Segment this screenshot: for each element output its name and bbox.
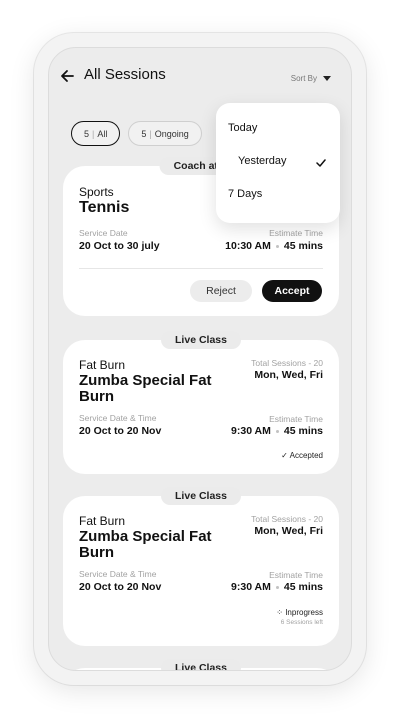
spinner-icon: ⁘ xyxy=(276,608,286,617)
sort-dropdown-menu: Today Yesterday 7 Days xyxy=(216,103,340,223)
time-value: 9:30 AM xyxy=(231,425,271,437)
sort-by-button[interactable]: Sort By xyxy=(291,74,331,83)
service-date-value: 20 Oct to 20 Nov xyxy=(79,425,162,437)
filter-count: 5 xyxy=(141,128,147,139)
filter-chip-ongoing[interactable]: 5 | Ongoing xyxy=(128,121,202,146)
session-type-tag: Live Class xyxy=(161,659,241,670)
filter-count: 5 xyxy=(84,128,90,139)
session-name-line-2: Burn xyxy=(79,544,114,561)
session-category: Sports xyxy=(79,185,114,199)
status-label: Inprogress xyxy=(285,608,323,617)
service-date-label: Service Date & Time xyxy=(79,413,157,423)
app-screen: All Sessions Sort By 5 | All 5 | Ongoing… xyxy=(48,47,352,671)
estimate-time-value: 9:30 AM 45 mins xyxy=(231,425,323,437)
check-icon xyxy=(316,159,326,167)
session-name: Tennis xyxy=(79,199,130,216)
phone-frame: All Sessions Sort By 5 | All 5 | Ongoing… xyxy=(34,33,366,685)
estimate-time-label: Estimate Time xyxy=(269,570,323,580)
caret-down-icon xyxy=(323,76,331,81)
dot-separator xyxy=(275,585,279,589)
total-sessions: Total Sessions - 20 xyxy=(251,514,323,524)
header: All Sessions Sort By xyxy=(49,48,351,110)
reject-button[interactable]: Reject xyxy=(190,280,252,302)
session-card[interactable]: Live Class Fat Burn Zumba Special Fat Bu… xyxy=(63,331,339,474)
check-icon: ✓ xyxy=(281,451,290,460)
total-sessions: Total Sessions - 20 xyxy=(251,358,323,368)
session-name-line-2: Burn xyxy=(79,388,114,405)
estimate-time-value: 9:30 AM 45 mins xyxy=(231,581,323,593)
chip-separator: | xyxy=(149,128,152,139)
dot-separator xyxy=(275,429,279,433)
session-card[interactable]: Live Class xyxy=(63,659,339,670)
filter-label: All xyxy=(97,128,108,139)
status-badge: ⁘ Inprogress xyxy=(276,608,323,617)
divider xyxy=(79,268,323,269)
session-type-tag: Live Class xyxy=(161,331,241,349)
service-date-value: 20 Oct to 20 Nov xyxy=(79,581,162,593)
page-title: All Sessions xyxy=(84,66,166,83)
chip-separator: | xyxy=(92,128,95,139)
session-category: Fat Burn xyxy=(79,358,126,372)
sort-by-label: Sort By xyxy=(290,74,317,83)
session-name-line-1: Zumba Special Fat xyxy=(79,528,212,545)
filter-chip-all[interactable]: 5 | All xyxy=(71,121,121,146)
sort-option-today[interactable]: Today xyxy=(228,122,257,134)
duration-value: 45 mins xyxy=(283,425,323,437)
sort-option-7-days[interactable]: 7 Days xyxy=(228,188,262,200)
status-badge: ✓ Accepted xyxy=(281,451,323,460)
estimate-time-label: Estimate Time xyxy=(269,414,323,424)
service-date-label: Service Date & Time xyxy=(79,569,157,579)
filter-chips: 5 | All 5 | Ongoing xyxy=(71,121,202,146)
status-label: Accepted xyxy=(289,451,323,460)
session-type-tag: Live Class xyxy=(161,487,241,505)
sort-option-yesterday[interactable]: Yesterday xyxy=(238,155,287,167)
time-value: 10:30 AM xyxy=(225,240,271,252)
session-days: Mon, Wed, Fri xyxy=(254,525,323,537)
filter-label: Ongoing xyxy=(154,128,189,139)
duration-value: 45 mins xyxy=(283,581,323,593)
time-value: 9:30 AM xyxy=(231,581,271,593)
sessions-left: 6 Sessions left xyxy=(280,619,323,626)
duration-value: 45 mins xyxy=(283,240,323,252)
session-name-line-1: Zumba Special Fat xyxy=(79,372,212,389)
accept-button[interactable]: Accept xyxy=(262,280,322,302)
session-category: Fat Burn xyxy=(79,514,126,528)
session-days: Mon, Wed, Fri xyxy=(254,369,323,381)
service-date-label: Service Date xyxy=(79,228,128,238)
estimate-time-label: Estimate Time xyxy=(269,228,323,238)
estimate-time-value: 10:30 AM 45 mins xyxy=(225,240,323,252)
session-card[interactable]: Live Class Fat Burn Zumba Special Fat Bu… xyxy=(63,487,339,646)
arrow-left-icon[interactable] xyxy=(59,68,75,84)
service-date-value: 20 Oct to 30 july xyxy=(79,240,160,252)
dot-separator xyxy=(275,244,279,248)
